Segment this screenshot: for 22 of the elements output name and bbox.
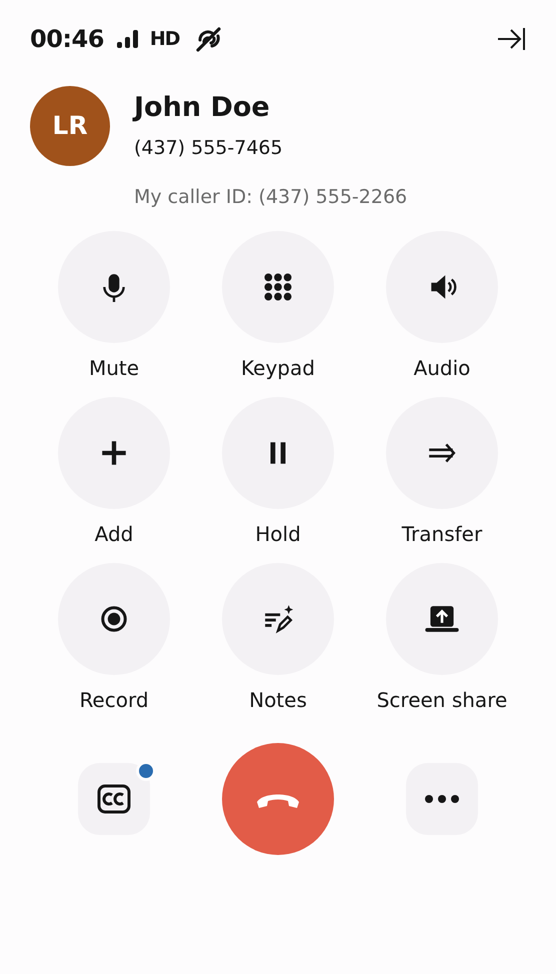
caller-id-text: My caller ID: (437) 555-2266 bbox=[134, 184, 408, 210]
record-icon bbox=[99, 604, 129, 634]
action-label: Record bbox=[79, 687, 149, 714]
avatar: LR bbox=[30, 86, 110, 166]
action-label: Audio bbox=[414, 355, 470, 382]
action-label: Hold bbox=[255, 521, 301, 548]
phone-number: (437) 555-7465 bbox=[134, 136, 284, 162]
more-icon bbox=[424, 794, 460, 804]
action-label: Notes bbox=[249, 687, 307, 714]
action-label: Keypad bbox=[241, 355, 315, 382]
action-label: Add bbox=[94, 521, 134, 548]
notes-pen-icon bbox=[263, 604, 293, 634]
action-label: Mute bbox=[88, 355, 140, 382]
action-label: Screen share bbox=[376, 687, 508, 714]
closed-captions-icon bbox=[97, 784, 131, 814]
status-time: 00:46 bbox=[30, 24, 104, 55]
more-button[interactable] bbox=[406, 763, 478, 836]
keypad-icon bbox=[263, 272, 293, 302]
action-label: Transfer bbox=[402, 521, 482, 548]
collapse-icon[interactable] bbox=[496, 26, 526, 52]
contact-name: John Doe bbox=[134, 92, 271, 124]
call-quality-label: HD bbox=[150, 26, 180, 52]
